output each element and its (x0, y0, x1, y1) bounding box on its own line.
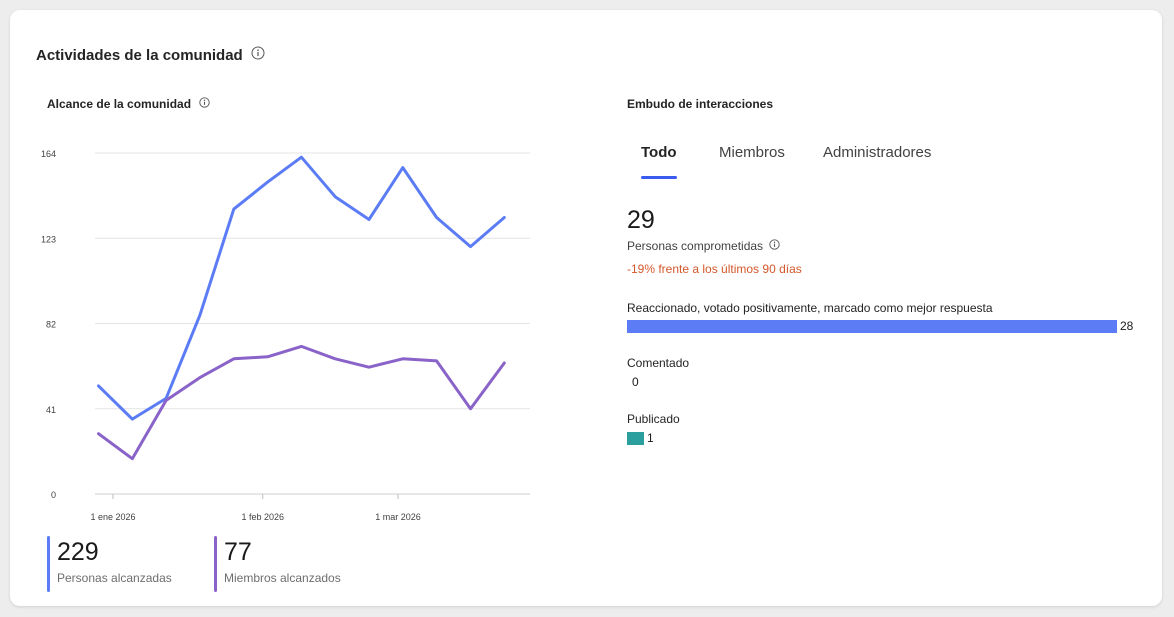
stat-label: Personas alcanzadas (57, 571, 172, 585)
funnel-bar-value: 1 (647, 431, 654, 445)
data-point (232, 208, 235, 211)
series-line-people-reached (97, 155, 506, 421)
funnel-bar-value: 0 (632, 375, 639, 389)
funnel-bar (627, 431, 644, 445)
data-point (97, 432, 100, 435)
tab-miembros[interactable]: Miembros (719, 144, 823, 173)
stat-color-bar (47, 536, 50, 592)
data-point (300, 156, 303, 159)
stat-label: Miembros alcanzados (224, 571, 341, 585)
funnel-row-reacted: 28 (627, 319, 1133, 333)
funnel-bar (627, 319, 1117, 333)
data-point (334, 357, 337, 360)
data-point (97, 384, 100, 387)
data-point (165, 399, 168, 402)
data-point (300, 345, 303, 348)
funnel-bar-value: 28 (1120, 319, 1134, 333)
data-point (266, 355, 269, 358)
funnel-title: Embudo de interacciones (627, 97, 774, 111)
stat-value: 229 (57, 538, 99, 566)
data-point (266, 181, 269, 184)
info-icon[interactable] (769, 239, 780, 253)
x-tick-label: 1 ene 2026 (90, 512, 135, 522)
data-point (131, 418, 134, 421)
data-point (131, 457, 134, 460)
data-point (435, 216, 438, 219)
funnel-row-commented: 0 (627, 375, 639, 389)
y-tick-label: 82 (46, 320, 56, 330)
stat-color-bar (214, 536, 217, 592)
data-point (435, 359, 438, 362)
y-tick-label: 0 (51, 490, 56, 500)
engaged-count: 29 (627, 206, 655, 234)
data-point (368, 218, 371, 221)
funnel-bar (627, 376, 629, 389)
funnel-row-label-published: Publicado (627, 412, 680, 426)
stat-value: 77 (224, 538, 252, 566)
x-tick-label: 1 feb 2026 (241, 512, 284, 522)
data-point (334, 195, 337, 198)
data-point (503, 216, 506, 219)
data-point (198, 376, 201, 379)
tab-todo[interactable]: Todo (627, 144, 719, 173)
data-point (401, 166, 404, 169)
y-tick-label: 164 (41, 149, 56, 159)
data-point (503, 362, 506, 365)
funnel-row-label-commented: Comentado (627, 356, 690, 370)
engaged-label: Personas comprometidas (627, 239, 780, 253)
engaged-label-text: Personas comprometidas (627, 239, 764, 253)
data-point (232, 357, 235, 360)
data-point (198, 314, 201, 317)
y-tick-label: 41 (46, 405, 56, 415)
data-point (469, 245, 472, 248)
data-point (401, 357, 404, 360)
tab-administradores[interactable]: Administradores (823, 144, 953, 173)
data-point (469, 407, 472, 410)
x-tick-label: 1 mar 2026 (375, 512, 421, 522)
active-tab-indicator (641, 176, 677, 179)
funnel-tabs: Todo Miembros Administradores (627, 144, 953, 173)
stat-people-reached: 229 Personas alcanzadas (47, 536, 172, 592)
stat-members-reached: 77 Miembros alcanzados (214, 536, 341, 592)
funnel-row-published: 1 (627, 431, 654, 445)
funnel-row-label-reacted: Reaccionado, votado positivamente, marca… (627, 301, 993, 315)
engaged-change-text: -19% frente a los últimos 90 días (627, 262, 802, 276)
reach-line-chart: 164 123 82 41 0 1 ene 2026 1 feb 2026 1 mar 202… (41, 149, 530, 522)
data-point (368, 366, 371, 369)
y-tick-label: 123 (41, 234, 56, 244)
